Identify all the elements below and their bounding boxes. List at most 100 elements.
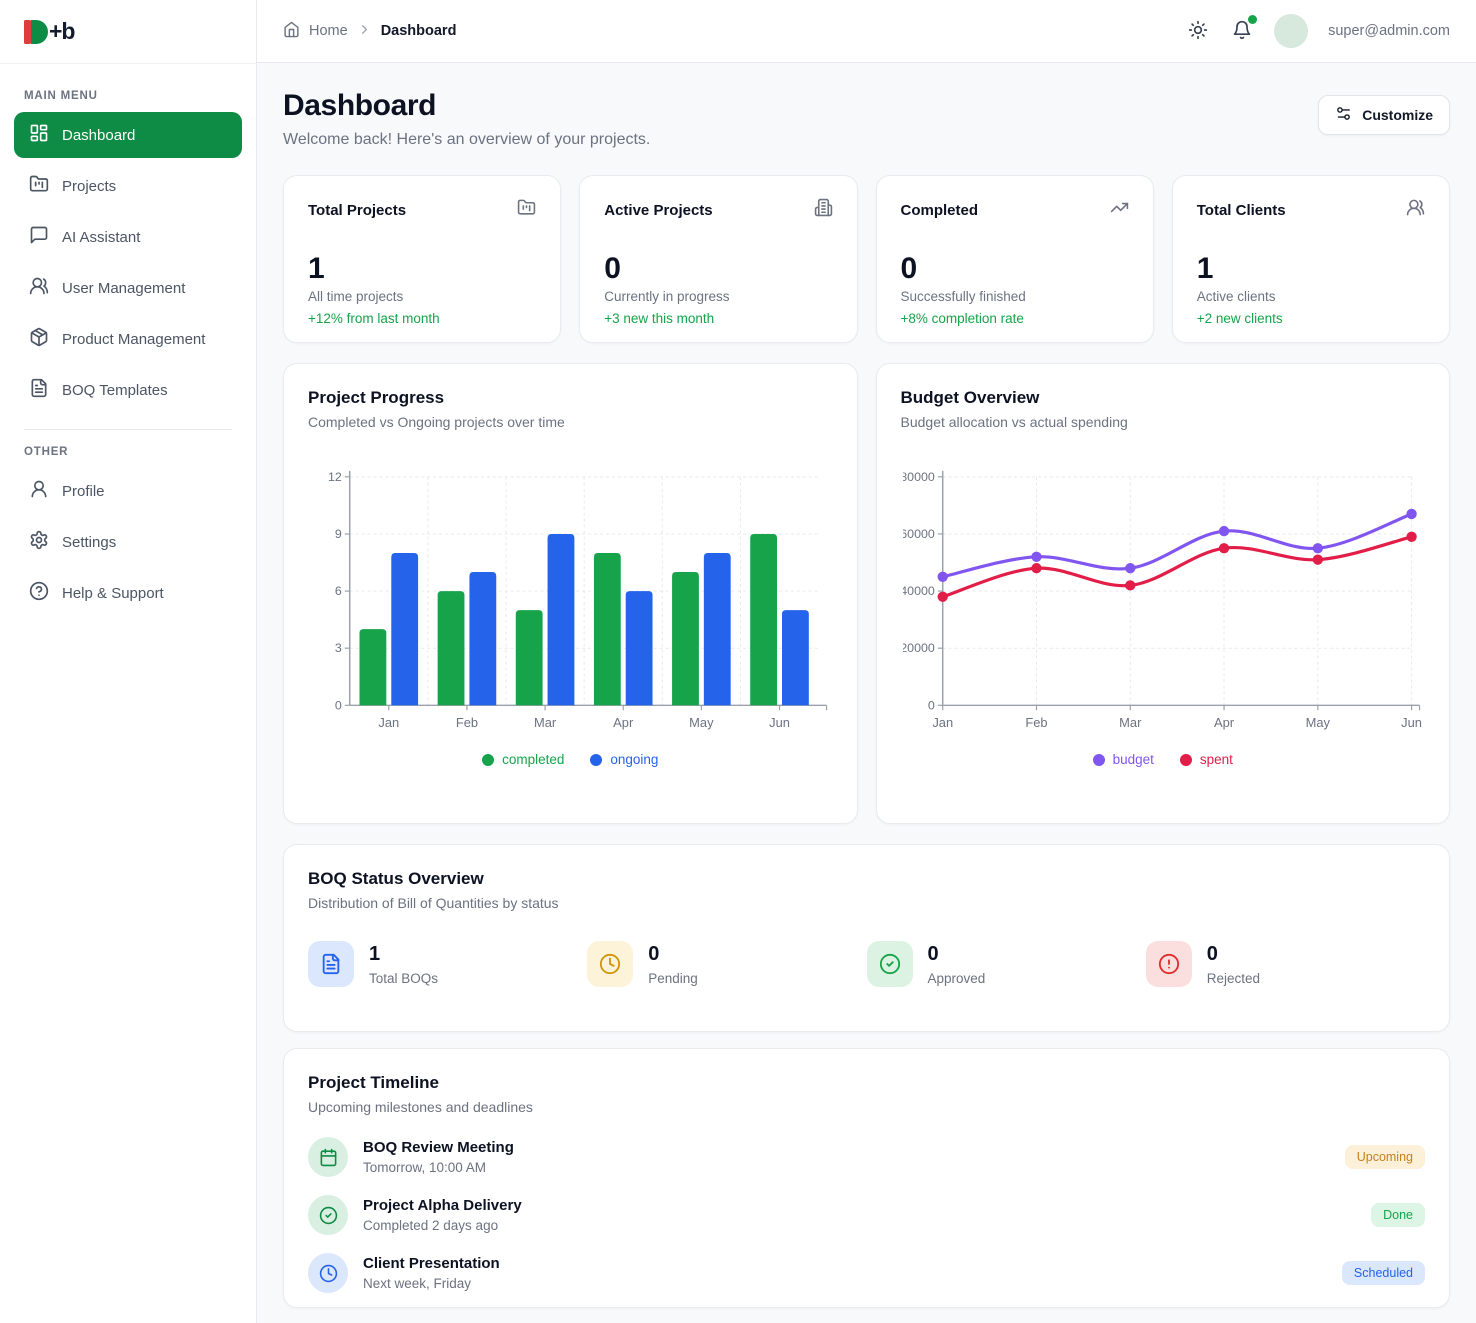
stat-delta: +12% from last month [308,311,536,326]
check-circle-icon [308,1195,348,1235]
avatar[interactable] [1274,14,1308,48]
legend-dot [590,754,602,766]
svg-text:20000: 20000 [901,642,935,656]
svg-text:60000: 60000 [901,527,935,541]
status-badge: Upcoming [1345,1145,1425,1169]
sidebar-item-projects[interactable]: Projects [14,163,242,209]
timeline-item-boq-review: BOQ Review MeetingTomorrow, 10:00 AM Upc… [308,1137,1425,1177]
boq-label: Rejected [1207,971,1260,986]
timeline-item-client-presentation: Client Presentation Next week, Friday Sch… [308,1253,1425,1293]
status-badge: Scheduled [1342,1261,1425,1285]
customize-button[interactable]: Customize [1318,95,1450,135]
svg-text:12: 12 [328,470,342,484]
boq-item-approved: 0Approved [867,941,1146,987]
logo[interactable]: +b [0,0,256,64]
notifications-button[interactable] [1230,18,1254,45]
notification-dot [1248,15,1257,24]
boq-title: BOQ Status Overview [308,869,1425,889]
alert-circle-icon [1146,941,1192,987]
legend-item-ongoing: ongoing [590,752,658,767]
menu-section-label: MAIN MENU [24,90,232,102]
stat-card-total-projects: Total Projects 1 All time projects +12% … [283,175,561,343]
stat-title: Total Projects [308,202,406,219]
clock-icon [587,941,633,987]
users-icon [29,276,49,300]
legend-label: ongoing [610,752,658,767]
topbar-actions: super@admin.com [1186,14,1450,48]
boq-label: Total BOQs [369,971,438,986]
gear-icon [29,530,49,554]
svg-text:May: May [1305,716,1330,731]
stat-card-total-clients: Total Clients 1 Active clients +2 new cl… [1172,175,1450,343]
sidebar-item-label: Help & Support [62,585,164,602]
svg-text:80000: 80000 [901,470,935,484]
svg-text:Jun: Jun [769,716,790,731]
sidebar-item-settings[interactable]: Settings [14,519,242,565]
page-title: Dashboard [283,89,650,123]
svg-text:40000: 40000 [901,584,935,598]
help-circle-icon [29,581,49,605]
project-timeline-card: Project Timeline Upcoming milestones and… [283,1048,1450,1308]
calendar-icon [308,1137,348,1177]
stat-delta: +3 new this month [604,311,832,326]
stat-title: Active Projects [604,202,712,219]
boq-status-card: BOQ Status Overview Distribution of Bill… [283,844,1450,1032]
brand-logo-text: +b [49,18,74,45]
budget-overview-chart: 020000400006000080000JanFebMarAprMayJun [901,464,1426,740]
breadcrumb-current: Dashboard [381,23,457,39]
legend-dot [1093,754,1105,766]
legend-item-completed: completed [482,752,564,767]
stat-card-active-projects: Active Projects 0 Currently in progress … [579,175,857,343]
sidebar-item-label: Dashboard [62,127,135,144]
user-email: super@admin.com [1328,23,1450,39]
main-column: Home Dashboard super@admin.com Dashboa [257,0,1476,1323]
sidebar-item-label: Product Management [62,331,205,348]
svg-text:Feb: Feb [456,716,478,731]
sidebar-item-product-management[interactable]: Product Management [14,316,242,362]
stats-row: Total Projects 1 All time projects +12% … [283,175,1450,343]
timeline-item-title: Client Presentation [363,1255,1327,1272]
sidebar-menu: MAIN MENU Dashboard Projects AI Assistan… [0,64,256,616]
message-square-icon [29,225,49,249]
project-progress-chart: 036912JanFebMarAprMayJun [308,464,833,740]
chart-subtitle: Completed vs Ongoing projects over time [308,414,833,430]
stat-value: 0 [604,252,832,286]
boq-subtitle: Distribution of Bill of Quantities by st… [308,895,1425,911]
page-header: Dashboard Welcome back! Here's an overvi… [283,89,1450,149]
legend-dot [482,754,494,766]
project-progress-card: Project Progress Completed vs Ongoing pr… [283,363,858,824]
sun-icon [1188,20,1208,43]
sidebar-item-label: Profile [62,483,105,500]
sidebar-item-boq-templates[interactable]: BOQ Templates [14,367,242,413]
home-icon[interactable] [283,21,300,42]
breadcrumb-home[interactable]: Home [309,23,348,39]
sidebar-item-dashboard[interactable]: Dashboard [14,112,242,158]
chart-subtitle: Budget allocation vs actual spending [901,414,1426,430]
stat-delta: +8% completion rate [901,311,1129,326]
timeline-item-title: BOQ Review Meeting [363,1139,1330,1156]
user-icon [29,479,49,503]
boq-label: Pending [648,971,698,986]
sidebar-item-label: BOQ Templates [62,382,168,399]
sidebar-item-help-support[interactable]: Help & Support [14,570,242,616]
boq-item-total: 1 Total BOQs [308,941,587,987]
sidebar-item-label: User Management [62,280,185,297]
charts-row: Project Progress Completed vs Ongoing pr… [283,363,1450,824]
sidebar: +b MAIN MENU Dashboard Projects AI Assis… [0,0,257,1323]
svg-text:Jan: Jan [932,716,953,731]
sidebar-item-user-management[interactable]: User Management [14,265,242,311]
sidebar-item-profile[interactable]: Profile [14,468,242,514]
legend-label: completed [502,752,564,767]
menu-section-label: OTHER [24,446,232,458]
sidebar-item-ai-assistant[interactable]: AI Assistant [14,214,242,260]
stat-value: 1 [1197,252,1425,286]
svg-text:0: 0 [927,699,934,713]
boq-value: 0 [648,943,698,966]
timeline-item-project-alpha: Project Alpha DeliveryCompleted 2 days a… [308,1195,1425,1235]
boq-value: 1 [369,943,438,966]
sidebar-divider [24,429,232,430]
boq-label: Approved [928,971,986,986]
theme-toggle-button[interactable] [1186,18,1210,45]
svg-text:Feb: Feb [1025,716,1047,731]
timeline-item-subtext: Next week, Friday [363,1276,1327,1291]
